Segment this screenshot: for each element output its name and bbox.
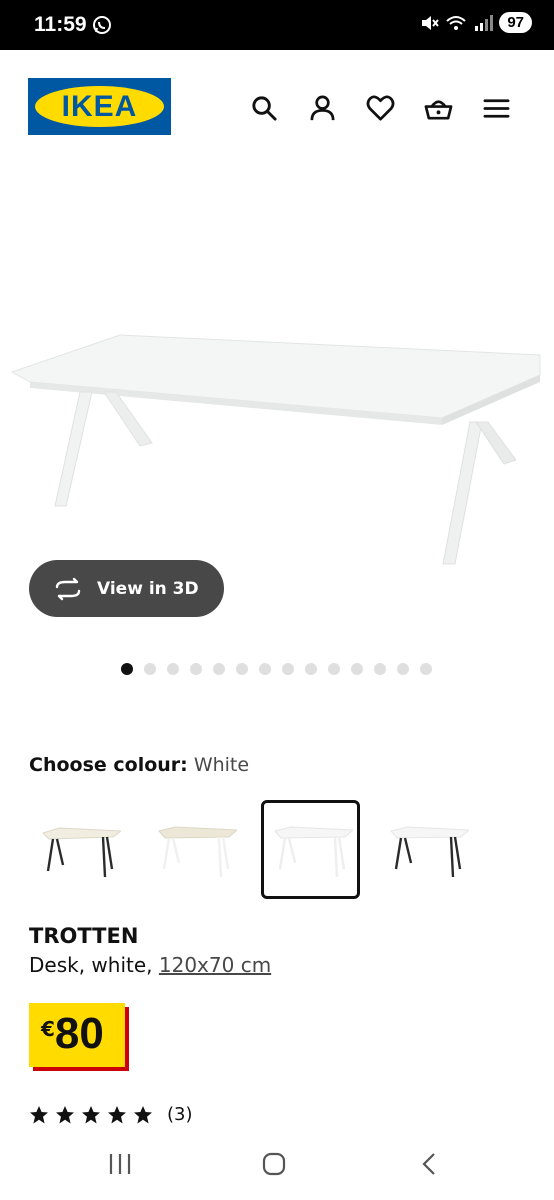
rating-stars: [29, 1105, 153, 1125]
product-name: TROTTEN: [29, 924, 139, 948]
star-icon: [82, 1105, 100, 1123]
gallery-dot[interactable]: [305, 663, 317, 675]
search-icon[interactable]: [250, 94, 279, 123]
home-icon[interactable]: [262, 1152, 286, 1176]
gallery-pagination: [121, 663, 432, 675]
price-currency: €: [41, 1017, 55, 1041]
menu-icon[interactable]: [482, 94, 511, 123]
gallery-dot[interactable]: [282, 663, 294, 675]
gallery-dot[interactable]: [190, 663, 202, 675]
swatch-white-anthracite[interactable]: [377, 800, 476, 899]
gallery-dot[interactable]: [397, 663, 409, 675]
status-icons: 97: [419, 12, 532, 33]
product-description: Desk, white, 120x70 cm: [29, 953, 271, 977]
wishlist-heart-icon[interactable]: [366, 94, 395, 123]
site-header: IKEA: [0, 50, 554, 160]
recent-apps-icon[interactable]: [108, 1152, 132, 1176]
gallery-dot[interactable]: [374, 663, 386, 675]
gallery-dot[interactable]: [351, 663, 363, 675]
gallery-dot[interactable]: [420, 663, 432, 675]
logo-text: IKEA: [61, 89, 138, 123]
swatch-beige-black[interactable]: [29, 800, 128, 899]
gallery-dot[interactable]: [144, 663, 156, 675]
star-icon: [56, 1105, 74, 1123]
signal-icon: [475, 14, 494, 31]
price-amount: 80: [54, 1009, 104, 1058]
ikea-logo[interactable]: IKEA: [28, 78, 171, 135]
colour-value: White: [193, 754, 250, 776]
wifi-icon: [446, 15, 466, 30]
header-icons: [250, 94, 511, 123]
gallery-dot[interactable]: [167, 663, 179, 675]
product-dimensions-link[interactable]: 120x70 cm: [159, 953, 271, 977]
whatsapp-icon: [93, 16, 111, 34]
star-icon: [108, 1105, 126, 1123]
gallery-dot[interactable]: [121, 663, 133, 675]
price-tag: € 80: [29, 1003, 125, 1067]
view-in-3d-button[interactable]: View in 3D: [29, 560, 224, 617]
rotate-3d-icon: [55, 577, 81, 600]
colour-swatches: [29, 800, 476, 899]
price-box: € 80: [29, 1003, 125, 1067]
product-type: Desk, white,: [29, 953, 153, 977]
status-bar: 11:59 97: [0, 0, 554, 50]
colour-chooser-label: Choose colour: White: [29, 754, 249, 776]
gallery-dot[interactable]: [236, 663, 248, 675]
star-icon: [30, 1105, 48, 1123]
colour-label: Choose colour:: [29, 754, 188, 776]
battery-badge: 97: [499, 12, 532, 33]
status-time: 11:59: [34, 13, 87, 36]
gallery-dot[interactable]: [213, 663, 225, 675]
swatch-white[interactable]: [261, 800, 360, 899]
rating-count: (3): [167, 1104, 193, 1125]
basket-icon[interactable]: [424, 94, 453, 123]
gallery-dot[interactable]: [328, 663, 340, 675]
swatch-beige-white[interactable]: [145, 800, 244, 899]
system-navigation-bar: [0, 1134, 554, 1200]
account-icon[interactable]: [308, 94, 337, 123]
product-image-desk[interactable]: [0, 160, 554, 580]
gallery-dot[interactable]: [259, 663, 271, 675]
back-icon[interactable]: [418, 1152, 442, 1176]
mute-icon: [422, 15, 440, 30]
star-icon: [134, 1105, 152, 1123]
view-in-3d-label: View in 3D: [97, 578, 199, 599]
logo-oval: IKEA: [35, 86, 164, 127]
product-rating[interactable]: (3): [29, 1104, 193, 1125]
